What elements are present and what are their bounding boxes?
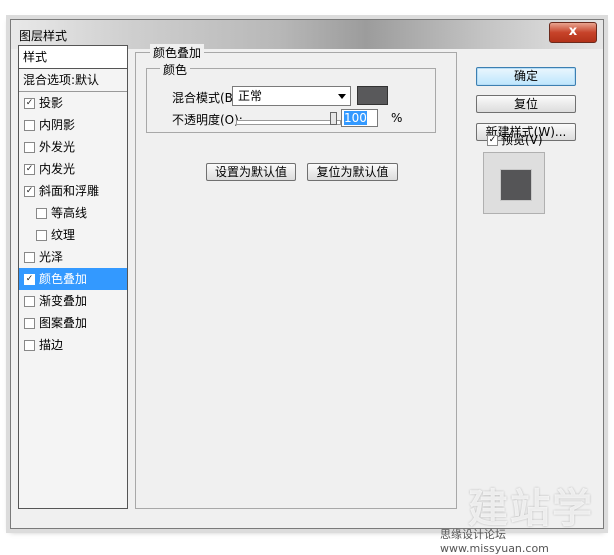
checkbox-checked-icon[interactable]: ✓ [24, 274, 35, 285]
ok-button[interactable]: 确定 [476, 67, 576, 86]
opacity-unit: % [391, 111, 403, 125]
styles-header[interactable]: 样式 [19, 46, 127, 69]
checkbox-icon[interactable] [24, 296, 35, 307]
checkbox-icon[interactable] [24, 252, 35, 263]
preview-label: 预览(V) [501, 133, 543, 147]
style-item-label: 等高线 [51, 206, 88, 220]
style-item-label: 斜面和浮雕 [39, 184, 100, 198]
checkbox-icon[interactable]: ✓ [487, 135, 498, 146]
style-item-label: 颜色叠加 [39, 272, 88, 286]
style-item[interactable]: 光泽 [19, 246, 127, 268]
style-item[interactable]: ✓ 斜面和浮雕 [19, 180, 127, 202]
style-item-label: 内阴影 [39, 118, 76, 132]
opacity-value: 100 [344, 111, 367, 125]
checkbox-icon[interactable] [24, 142, 35, 153]
styles-list: 样式 混合选项:默认 ✓ 投影内阴影外发光 ✓ 内发光 ✓ 斜面和浮雕等高线纹理光泽 ✓ 颜色… [18, 45, 128, 509]
blend-mode-value: 正常 [238, 89, 263, 103]
reset-button[interactable]: 复位 [476, 95, 576, 113]
checkbox-icon[interactable] [24, 120, 35, 131]
blending-options-item[interactable]: 混合选项:默认 [19, 69, 127, 92]
preview-checkbox[interactable]: ✓ 预览(V) [487, 131, 543, 147]
style-item-label: 投影 [39, 96, 64, 110]
style-item-label: 外发光 [39, 140, 76, 154]
preview-thumbnail [500, 169, 532, 201]
checkbox-checked-icon[interactable]: ✓ [24, 186, 35, 197]
style-item[interactable]: 外发光 [19, 136, 127, 158]
checkbox-checked-icon[interactable]: ✓ [24, 98, 35, 109]
style-item-label: 图案叠加 [39, 316, 88, 330]
reset-to-default-button[interactable]: 复位为默认值 [307, 163, 398, 181]
style-item[interactable]: 渐变叠加 [19, 290, 127, 312]
checkbox-icon[interactable] [36, 208, 47, 219]
opacity-slider-thumb[interactable] [330, 112, 337, 125]
close-button[interactable]: x [549, 22, 597, 43]
style-item-label: 渐变叠加 [39, 294, 88, 308]
checkbox-icon[interactable] [24, 340, 35, 351]
opacity-input[interactable]: 100 [341, 109, 378, 127]
dialog-title: 图层样式 [19, 29, 68, 43]
checkbox-checked-icon[interactable]: ✓ [24, 164, 35, 175]
set-as-default-button[interactable]: 设置为默认值 [206, 163, 296, 181]
style-item-label: 描边 [39, 338, 64, 352]
opacity-slider-track[interactable] [236, 120, 341, 125]
overlay-color-swatch[interactable] [357, 86, 388, 105]
style-item[interactable]: ✓ 内发光 [19, 158, 127, 180]
color-overlay-group-title: 颜色叠加 [150, 44, 205, 61]
style-item[interactable]: 等高线 [19, 202, 127, 224]
chevron-down-icon [338, 94, 346, 99]
style-item[interactable]: 描边 [19, 334, 127, 356]
checkbox-icon[interactable] [36, 230, 47, 241]
style-item[interactable]: 内阴影 [19, 114, 127, 136]
opacity-label: 不透明度(O): [172, 113, 243, 127]
blend-mode-select[interactable]: 正常 [232, 86, 351, 106]
style-item-label: 内发光 [39, 162, 76, 176]
style-item[interactable]: ✓ 投影 [19, 92, 127, 114]
checkbox-icon[interactable] [24, 318, 35, 329]
style-item[interactable]: 图案叠加 [19, 312, 127, 334]
style-item-label: 纹理 [51, 228, 76, 242]
color-subgroup-title: 颜色 [160, 61, 191, 78]
style-item[interactable]: 纹理 [19, 224, 127, 246]
style-item[interactable]: ✓ 颜色叠加 [19, 268, 127, 290]
style-item-label: 光泽 [39, 250, 64, 264]
style-preview [483, 152, 545, 214]
